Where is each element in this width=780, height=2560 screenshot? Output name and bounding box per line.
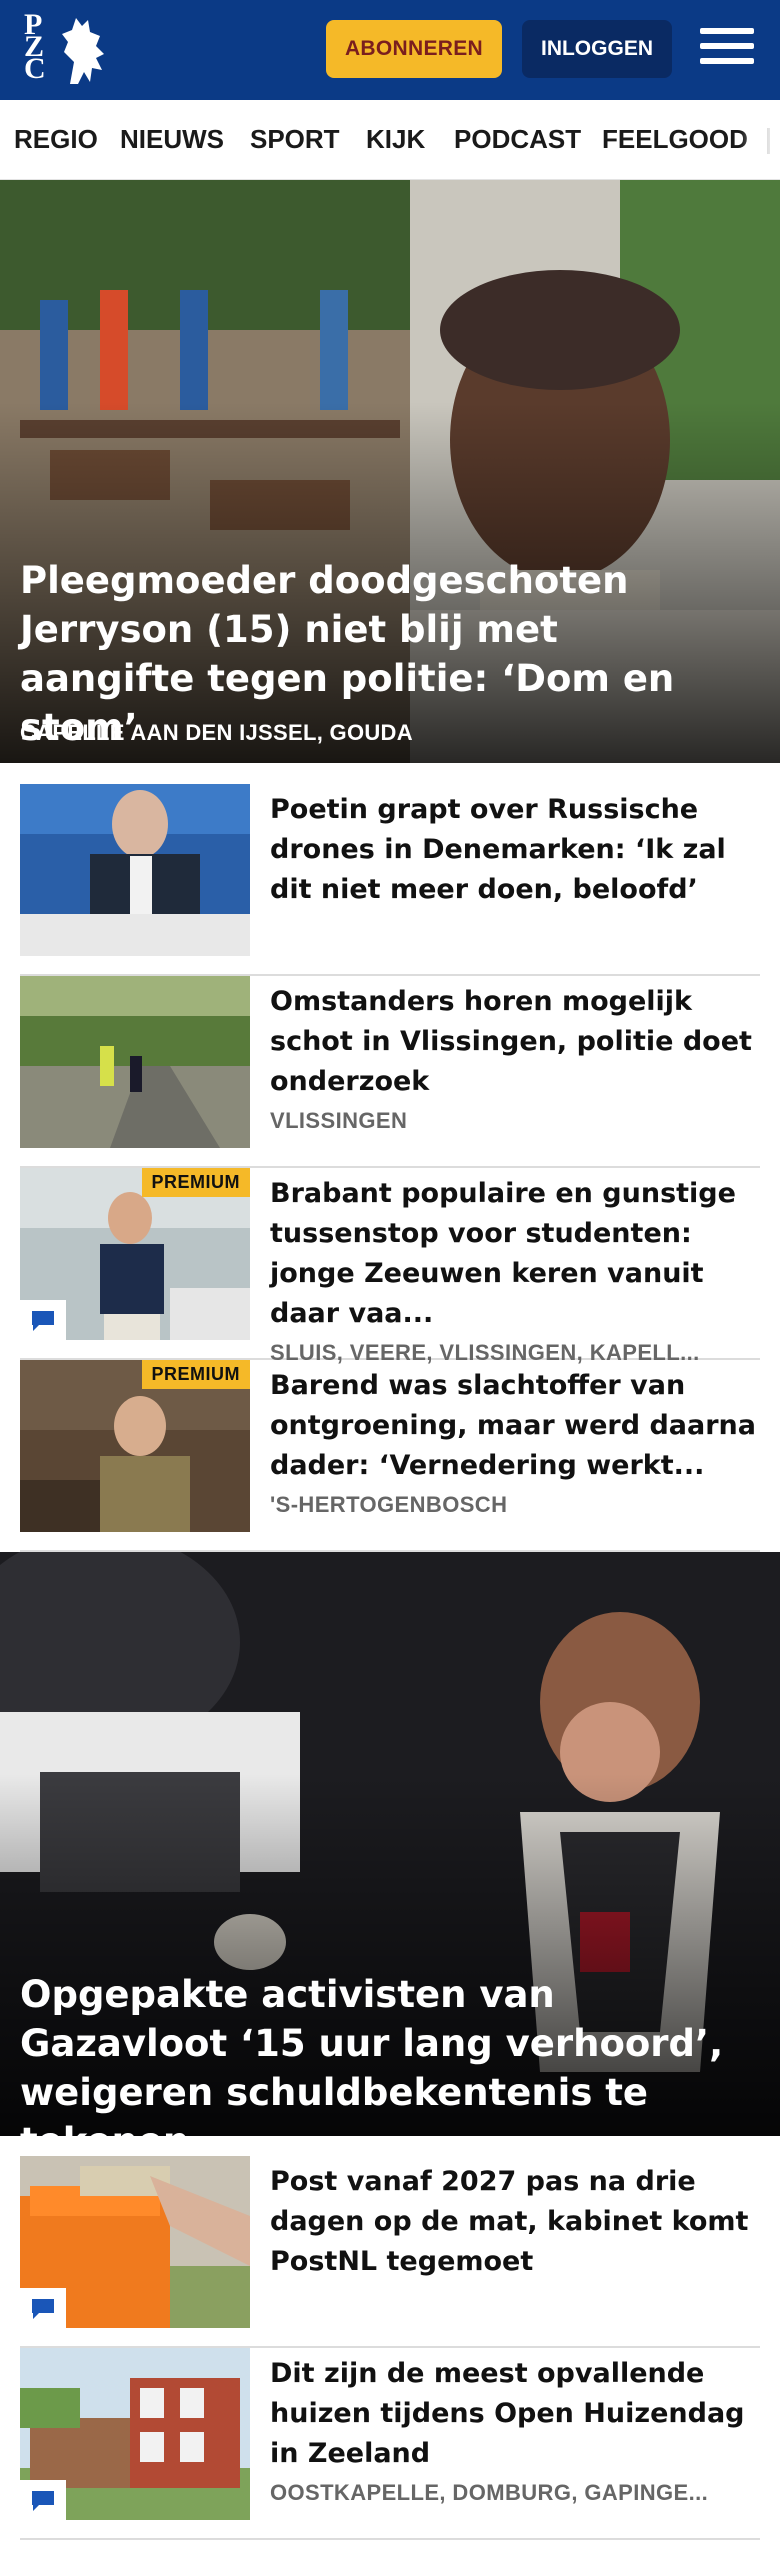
article-title[interactable]: Omstanders horen mogelijk schot in Vliss…	[270, 982, 760, 1102]
article-thumbnail: PREMIUM	[20, 1168, 250, 1340]
nav-item-podcast[interactable]: PODCAST	[454, 124, 581, 155]
nav-item-feelgood[interactable]: FEELGOOD	[602, 124, 748, 155]
hero-article-1[interactable]: Pleegmoeder doodgeschoten Jerryson (15) …	[0, 180, 780, 763]
article-title[interactable]: Barend was slachtoffer van ontgroening, …	[270, 1366, 760, 1486]
nav-item-kijk[interactable]: KIJK	[366, 124, 425, 155]
subscribe-button[interactable]: ABONNEREN	[326, 20, 502, 78]
article-thumbnail	[20, 784, 250, 956]
lion-icon	[62, 18, 104, 84]
comment-icon	[32, 2299, 54, 2319]
nav-item-sport[interactable]: SPORT	[250, 124, 340, 155]
article-thumbnail: PREMIUM	[20, 1360, 250, 1532]
article-location: OOSTKAPELLE, DOMBURG, GAPINGE...	[270, 2480, 709, 2505]
list-item[interactable]: Poetin grapt over Russische drones in De…	[20, 784, 760, 976]
comment-icon	[32, 1311, 54, 1331]
login-button[interactable]: INLOGGEN	[522, 20, 672, 78]
article-location: 'S-HERTOGENBOSCH	[270, 1492, 508, 1517]
comment-badge[interactable]	[20, 2288, 66, 2328]
article-thumbnail	[20, 976, 250, 1148]
article-title[interactable]: Brabant populaire en gunstige tussenstop…	[270, 1174, 760, 1334]
hamburger-menu-icon[interactable]	[700, 28, 754, 70]
nav-fade	[740, 100, 780, 179]
article-thumbnail	[20, 2348, 250, 2520]
hero-location-1: CAPELLE AAN DEN IJSSEL, GOUDA	[20, 720, 413, 745]
top-bar: PZC ABONNEREN INLOGGEN	[0, 0, 780, 100]
premium-badge: PREMIUM	[141, 1360, 250, 1389]
comment-icon	[32, 2491, 54, 2511]
article-thumbnail	[20, 2156, 250, 2328]
article-title[interactable]: Post vanaf 2027 pas na drie dagen op de …	[270, 2162, 760, 2282]
nav-item-nieuws[interactable]: NIEUWS	[120, 124, 224, 155]
section-nav: REGIO NIEUWS SPORT KIJK PODCAST FEELGOOD	[0, 100, 780, 180]
article-title[interactable]: Dit zijn de meest opvallende huizen tijd…	[270, 2354, 760, 2474]
premium-badge: PREMIUM	[141, 1168, 250, 1197]
hero-headline-2[interactable]: Opgepakte activisten van Gazavloot ‘15 u…	[20, 1970, 740, 2136]
nav-item-regio[interactable]: REGIO	[14, 124, 98, 155]
article-location: VLISSINGEN	[270, 1108, 408, 1133]
list-item[interactable]: Omstanders horen mogelijk schot in Vliss…	[20, 976, 760, 1168]
pzc-logo[interactable]: PZC	[24, 8, 116, 88]
list-item[interactable]: PREMIUM Barend was slachtoffer van ontgr…	[20, 1360, 760, 1552]
hero-article-2[interactable]: Opgepakte activisten van Gazavloot ‘15 u…	[0, 1552, 780, 2136]
list-item[interactable]: PREMIUM Brabant populaire en gunstige tu…	[20, 1168, 760, 1365]
comment-badge[interactable]	[20, 1300, 66, 1340]
list-item[interactable]: Post vanaf 2027 pas na drie dagen op de …	[20, 2156, 760, 2348]
list-item[interactable]: Dit zijn de meest opvallende huizen tijd…	[20, 2348, 760, 2540]
article-title[interactable]: Poetin grapt over Russische drones in De…	[270, 790, 760, 910]
comment-badge[interactable]	[20, 2480, 66, 2520]
logo-letters: PZC	[24, 8, 46, 85]
